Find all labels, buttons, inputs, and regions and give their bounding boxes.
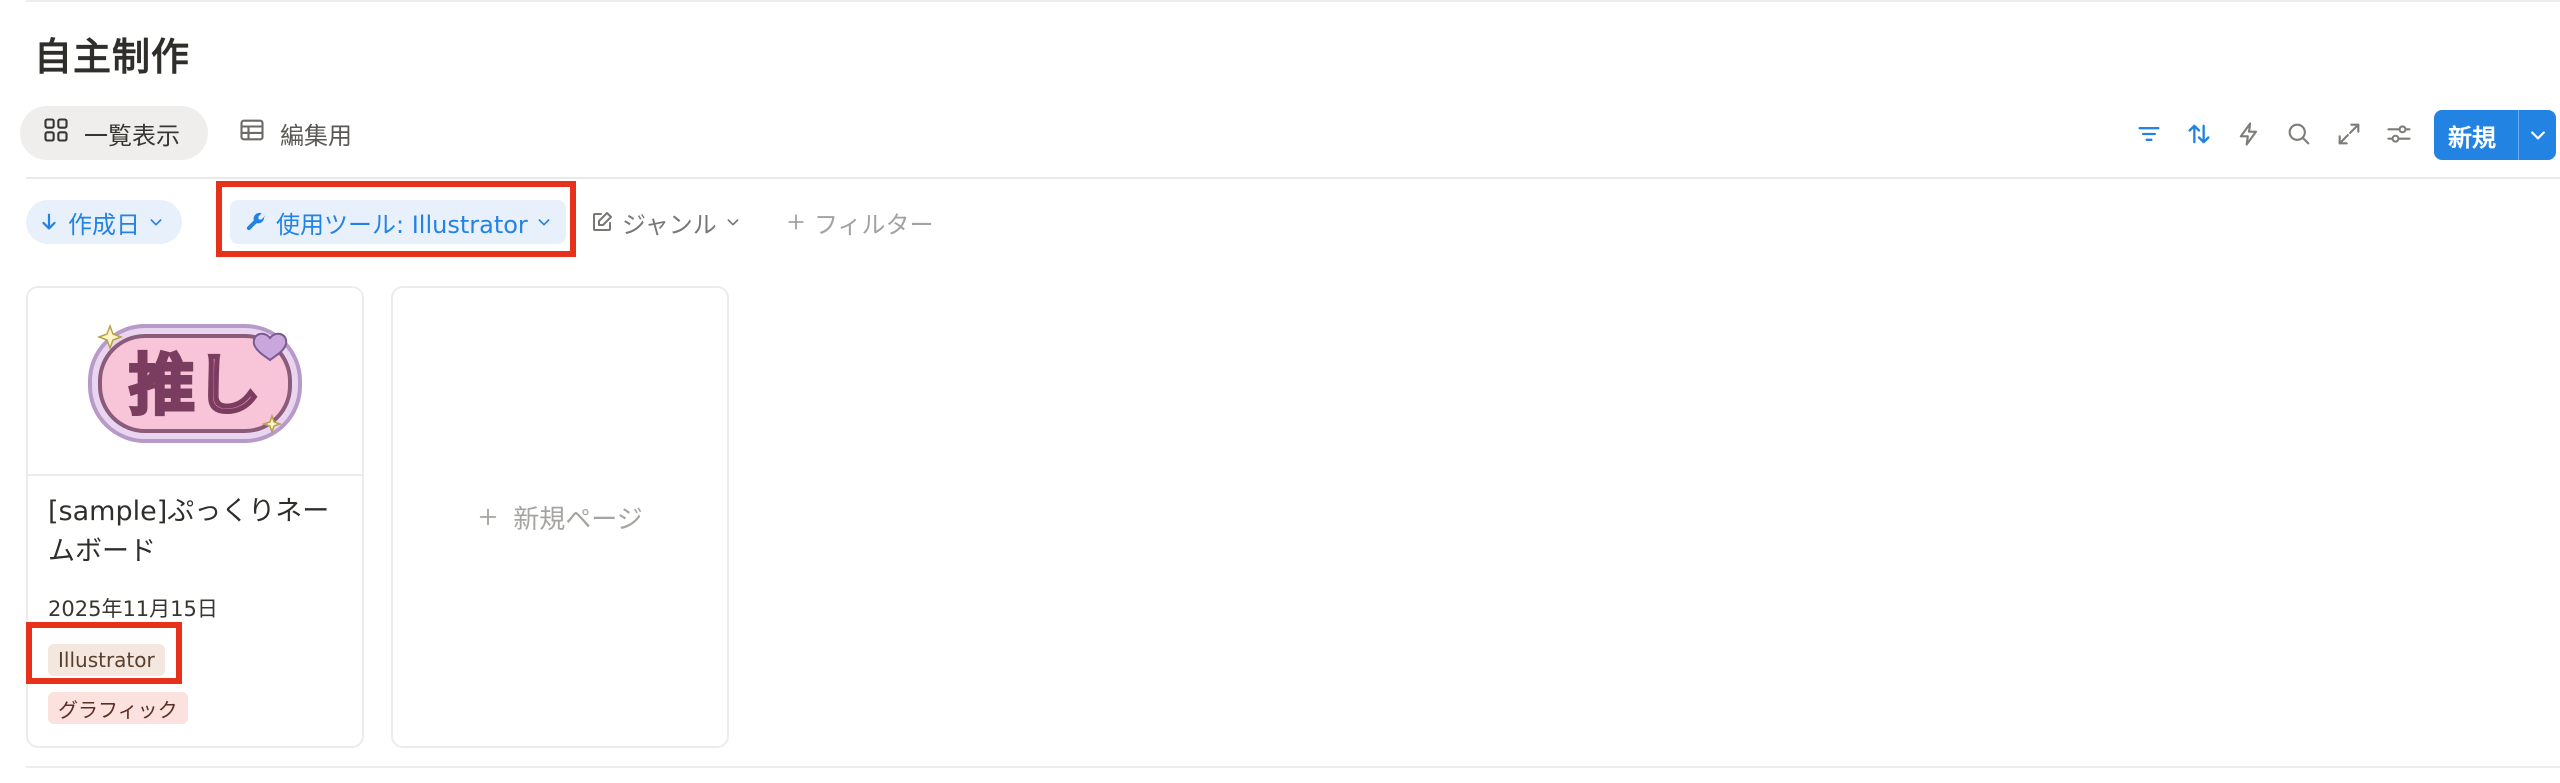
chevron-down-icon (727, 219, 739, 226)
new-page-label: 新規ページ (513, 504, 643, 535)
arrow-down-icon (42, 213, 56, 230)
automation-bolt-icon[interactable] (2233, 118, 2265, 150)
plus-icon (788, 214, 804, 230)
filter-icon[interactable] (2133, 118, 2165, 150)
genre-filter-label: ジャンル (622, 210, 717, 239)
add-filter-label: フィルター (814, 210, 934, 239)
gallery-grid-icon (42, 116, 70, 150)
plus-icon (480, 508, 497, 526)
sort-chip-label: 作成日 (68, 210, 140, 239)
chevron-down-icon[interactable] (2519, 125, 2556, 145)
settings-sliders-icon[interactable] (2383, 118, 2415, 150)
toolbar-divider (26, 177, 2560, 179)
new-button[interactable]: 新規 (2434, 110, 2556, 160)
new-button-label: 新規 (2448, 123, 2496, 152)
new-page-card[interactable]: 新規ページ (391, 286, 729, 748)
sort-chip[interactable]: 作成日 (26, 200, 182, 244)
card-date: 2025年11月15日 (48, 597, 218, 621)
edit-box-icon (593, 212, 612, 231)
card-thumbnail: 推し (28, 288, 362, 476)
oshi-nameboard-image: 推し (88, 323, 302, 443)
chevron-down-icon (150, 219, 162, 226)
add-filter-button[interactable]: フィルター (786, 200, 934, 244)
highlight-box-tool-filter (216, 181, 576, 257)
tag-graphic: グラフィック (48, 692, 188, 724)
tab-table-view[interactable]: 編集用 (216, 106, 374, 160)
tab-label: 編集用 (280, 121, 352, 150)
highlight-box-tag (26, 622, 182, 684)
tab-label: 一覧表示 (84, 121, 180, 150)
expand-icon[interactable] (2333, 118, 2365, 150)
bottom-divider (26, 766, 2560, 768)
search-icon[interactable] (2283, 118, 2315, 150)
top-divider (26, 0, 2560, 2)
thumbnail-text: 推し (129, 347, 261, 424)
table-icon (238, 116, 266, 150)
page-title: 自主制作 (34, 35, 191, 79)
card-title: [sample]ぷっくりネームボード (48, 496, 330, 567)
genre-filter-chip[interactable]: ジャンル (590, 200, 741, 244)
tab-gallery-view[interactable]: 一覧表示 (20, 106, 208, 160)
sort-icon[interactable] (2183, 118, 2215, 150)
